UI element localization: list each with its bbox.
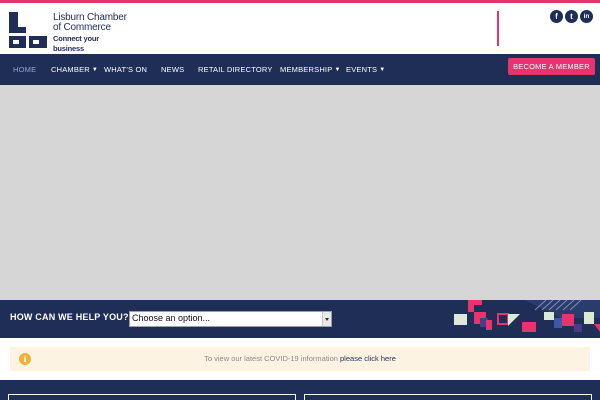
notice-message: To view our latest COVID-19 information … (10, 354, 590, 363)
logo-wordmark: Lisburn Chamber of Commerce Connect your… (53, 13, 129, 54)
nav-item-label: MEMBERSHIP (280, 65, 333, 74)
site-logo[interactable]: Lisburn Chamber of Commerce Connect your… (9, 12, 129, 53)
twitter-icon[interactable]: t (565, 10, 578, 23)
facebook-icon[interactable]: f (550, 10, 563, 23)
main-nav: HOME CHAMBER ▼ WHAT'S ON NEWS RETAIL DIRE… (0, 54, 600, 85)
chevron-down-icon: ▼ (379, 67, 386, 73)
nav-item-label: HOME (13, 65, 37, 74)
help-select-value: Choose an option... (132, 313, 211, 323)
chevron-down-icon: ▼ (91, 67, 99, 73)
nav-item-label: RETAIL DIRECTORY (198, 65, 273, 74)
nav-item-label: CHAMBER (51, 65, 90, 74)
nav-item-label: EVENTS (346, 65, 378, 74)
nav-item-label: WHAT'S ON (104, 65, 148, 74)
chevron-down-icon: ▼ (334, 67, 341, 73)
footer-strip (0, 380, 600, 400)
site-header: Lisburn Chamber of Commerce Connect your… (0, 3, 600, 54)
linkedin-icon[interactable]: in (580, 10, 593, 23)
footer-card-right (304, 394, 592, 400)
nav-item-whats-on[interactable]: WHAT'S ON (104, 54, 147, 85)
nav-item-news[interactable]: NEWS (161, 54, 184, 85)
help-bar: HOW CAN WE HELP YOU? Choose an option... (0, 300, 600, 338)
header-divider (497, 11, 499, 46)
covid-notice: i To view our latest COVID-19 informatio… (10, 347, 590, 371)
nav-item-events[interactable]: EVENTS ▼ (346, 54, 385, 85)
nav-item-membership[interactable]: MEMBERSHIP ▼ (280, 54, 341, 85)
footer-card-left (8, 394, 296, 400)
logo-name-line2: of Commerce (53, 22, 111, 33)
nav-item-retail-directory[interactable]: RETAIL DIRECTORY (198, 54, 273, 85)
logo-tagline: Connect your business (53, 34, 99, 53)
become-member-button[interactable]: BECOME A MEMBER (508, 58, 595, 75)
hero-banner (0, 85, 600, 300)
chevron-down-icon (322, 312, 331, 326)
nav-item-home[interactable]: HOME (13, 54, 36, 85)
help-label: HOW CAN WE HELP YOU? (10, 312, 129, 322)
covid-info-link[interactable]: please click here (340, 354, 396, 363)
nav-item-label: NEWS (161, 65, 185, 74)
logo-mark-icon (9, 12, 47, 48)
decorative-pattern (454, 300, 600, 332)
nav-item-chamber[interactable]: CHAMBER ▼ (51, 54, 98, 85)
notice-text: To view our latest COVID-19 information (204, 354, 338, 363)
help-select[interactable]: Choose an option... (129, 311, 332, 327)
